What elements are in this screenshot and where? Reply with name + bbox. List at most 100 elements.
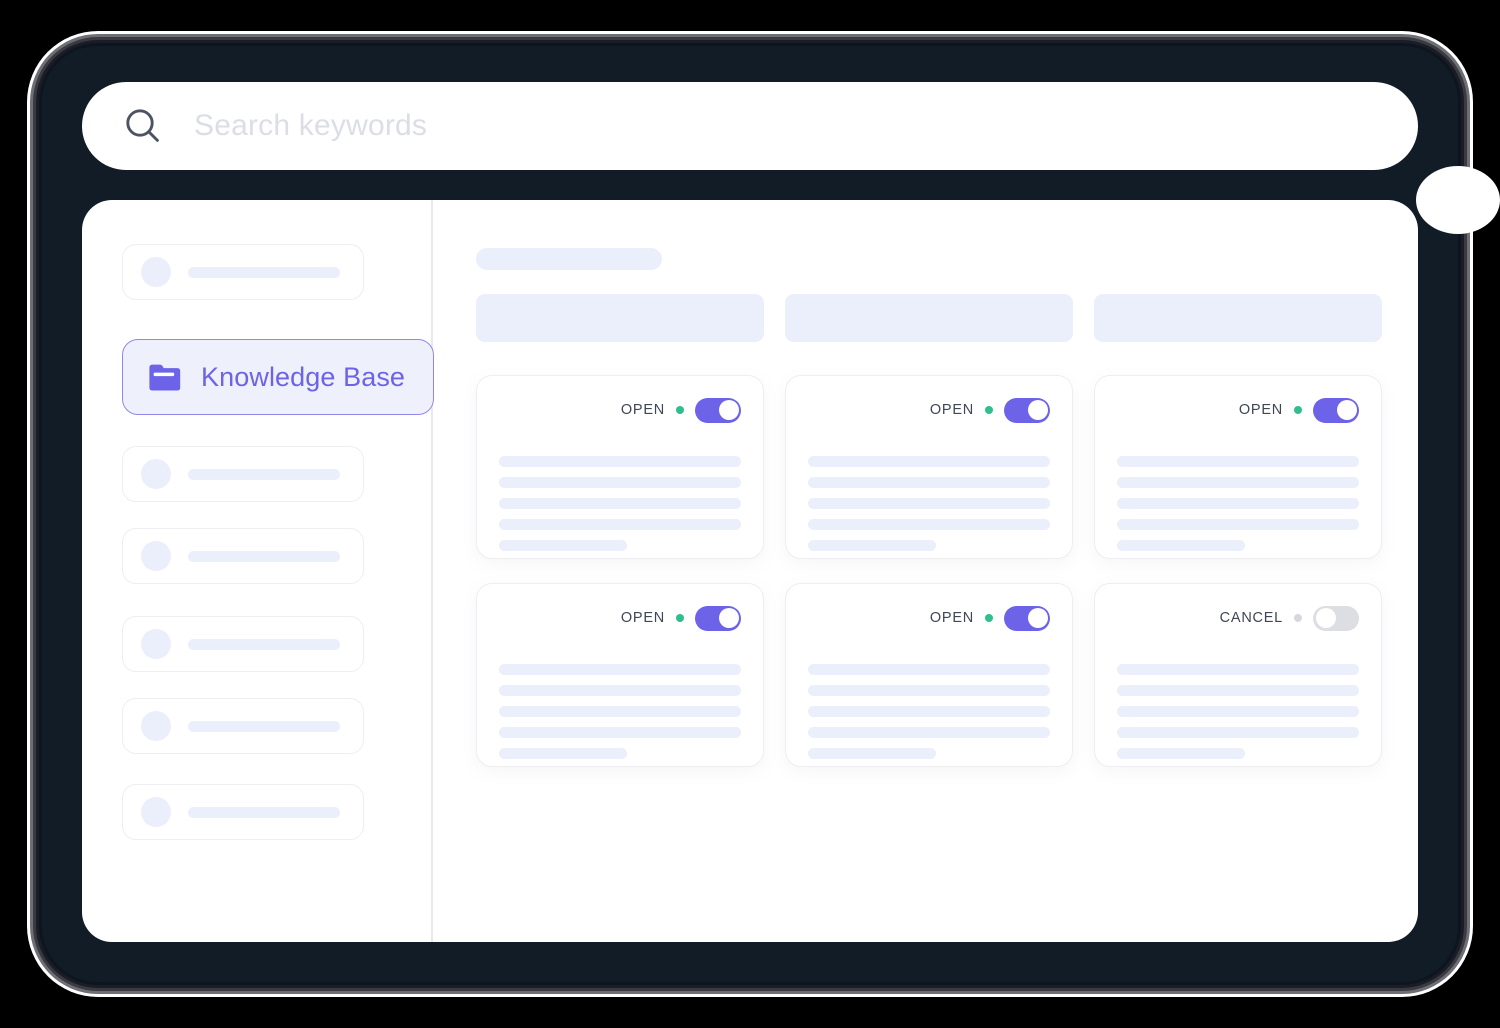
- card[interactable]: OPEN: [785, 375, 1073, 559]
- sidebar-item-knowledge-base[interactable]: Knowledge Base: [122, 339, 434, 415]
- card[interactable]: OPEN: [476, 375, 764, 559]
- card-header: OPEN: [499, 601, 741, 635]
- device-frame: Knowledge Base OPEN OPEN OPEN OPEN OPEN CANCE…: [42, 46, 1500, 982]
- sidebar-item-skeleton[interactable]: [122, 528, 364, 584]
- status-label: OPEN: [620, 610, 665, 626]
- status-toggle[interactable]: [695, 605, 741, 631]
- card-text-line-placeholder: [1117, 498, 1359, 509]
- filter-placeholder[interactable]: [476, 294, 764, 342]
- card-text-line-placeholder: [499, 498, 741, 509]
- card-text-line-placeholder: [808, 477, 1050, 488]
- folder-icon: [147, 364, 181, 391]
- card-text-line-placeholder: [499, 456, 741, 467]
- card-text-line-placeholder: [499, 664, 741, 675]
- sidebar-divider: [431, 200, 433, 942]
- status-dot: [985, 406, 993, 414]
- sidebar-item-label-placeholder: [188, 720, 340, 732]
- toggle-knob: [1027, 400, 1048, 420]
- card-text-line-placeholder: [808, 685, 1050, 696]
- card-text-line-placeholder: [499, 477, 741, 488]
- toggle-knob: [1336, 400, 1357, 420]
- sidebar-item-skeleton[interactable]: [122, 244, 364, 300]
- avatar-placeholder: [141, 459, 171, 489]
- card-text-line-placeholder: [499, 540, 628, 551]
- card-grid: OPEN OPEN OPEN OPEN OPEN CANCEL: [476, 375, 1382, 767]
- card-body-placeholder: [499, 456, 741, 551]
- card[interactable]: OPEN: [476, 583, 764, 767]
- card[interactable]: OPEN: [785, 583, 1073, 767]
- sidebar-item-label-placeholder: [188, 638, 340, 650]
- card-header: OPEN: [1117, 393, 1359, 427]
- sidebar: [82, 200, 432, 942]
- status-dot: [1294, 406, 1302, 414]
- card-text-line-placeholder: [808, 519, 1050, 530]
- status-toggle[interactable]: [695, 397, 741, 423]
- sidebar-item-skeleton[interactable]: [122, 616, 364, 672]
- status-toggle[interactable]: [1313, 397, 1359, 423]
- card-body-placeholder: [499, 664, 741, 759]
- status-label: CANCEL: [1219, 610, 1283, 626]
- status-toggle[interactable]: [1004, 397, 1050, 423]
- page-title-placeholder: [476, 248, 662, 270]
- card-text-line-placeholder: [1117, 706, 1359, 717]
- card-text-line-placeholder: [808, 748, 937, 759]
- card-body-placeholder: [1117, 664, 1359, 759]
- status-dot: [676, 406, 684, 414]
- avatar-placeholder: [141, 711, 171, 741]
- sidebar-item-label-placeholder: [188, 468, 340, 480]
- filter-placeholder[interactable]: [1094, 294, 1382, 342]
- sidebar-item-skeleton[interactable]: [122, 784, 364, 840]
- filter-row: [476, 294, 1382, 342]
- content-panel: Knowledge Base OPEN OPEN OPEN OPEN OPEN CANCE…: [82, 200, 1418, 942]
- status-label: OPEN: [929, 402, 974, 418]
- search-bar[interactable]: [82, 82, 1418, 170]
- status-dot: [1294, 614, 1302, 622]
- sidebar-item-label-placeholder: [188, 806, 340, 818]
- status-label: OPEN: [620, 402, 665, 418]
- status-toggle[interactable]: [1313, 605, 1359, 631]
- toggle-knob: [718, 400, 739, 420]
- sidebar-item-label-placeholder: [188, 266, 340, 278]
- card-text-line-placeholder: [1117, 540, 1246, 551]
- card-header: OPEN: [808, 601, 1050, 635]
- sidebar-item-label-placeholder: [188, 550, 340, 562]
- card-text-line-placeholder: [808, 706, 1050, 717]
- search-icon: [120, 103, 166, 149]
- card-text-line-placeholder: [1117, 456, 1359, 467]
- card-text-line-placeholder: [808, 456, 1050, 467]
- filter-placeholder[interactable]: [785, 294, 1073, 342]
- card-text-line-placeholder: [1117, 748, 1246, 759]
- avatar-placeholder: [141, 541, 171, 571]
- search-input[interactable]: [192, 108, 1380, 144]
- card-text-line-placeholder: [1117, 664, 1359, 675]
- status-toggle[interactable]: [1004, 605, 1050, 631]
- card-body-placeholder: [1117, 456, 1359, 551]
- card-text-line-placeholder: [808, 664, 1050, 675]
- card-header: OPEN: [499, 393, 741, 427]
- main-content: OPEN OPEN OPEN OPEN OPEN CANCEL: [432, 200, 1418, 942]
- avatar-placeholder: [141, 629, 171, 659]
- sidebar-item-skeleton[interactable]: [122, 698, 364, 754]
- card-header: CANCEL: [1117, 601, 1359, 635]
- toggle-knob: [718, 608, 739, 628]
- card-text-line-placeholder: [499, 519, 741, 530]
- card-text-line-placeholder: [1117, 519, 1359, 530]
- card-header: OPEN: [808, 393, 1050, 427]
- sidebar-item-skeleton[interactable]: [122, 446, 364, 502]
- card-text-line-placeholder: [499, 727, 741, 738]
- status-label: OPEN: [929, 610, 974, 626]
- card-body-placeholder: [808, 664, 1050, 759]
- card-text-line-placeholder: [1117, 685, 1359, 696]
- status-label: OPEN: [1238, 402, 1283, 418]
- card-text-line-placeholder: [808, 498, 1050, 509]
- toggle-knob: [1027, 608, 1048, 628]
- card-body-placeholder: [808, 456, 1050, 551]
- card-text-line-placeholder: [499, 706, 741, 717]
- card-text-line-placeholder: [1117, 477, 1359, 488]
- avatar-placeholder: [141, 797, 171, 827]
- card[interactable]: CANCEL: [1094, 583, 1382, 767]
- card[interactable]: OPEN: [1094, 375, 1382, 559]
- toggle-knob: [1315, 608, 1336, 628]
- sidebar-item-label: Knowledge Base: [201, 361, 406, 392]
- card-text-line-placeholder: [1117, 727, 1359, 738]
